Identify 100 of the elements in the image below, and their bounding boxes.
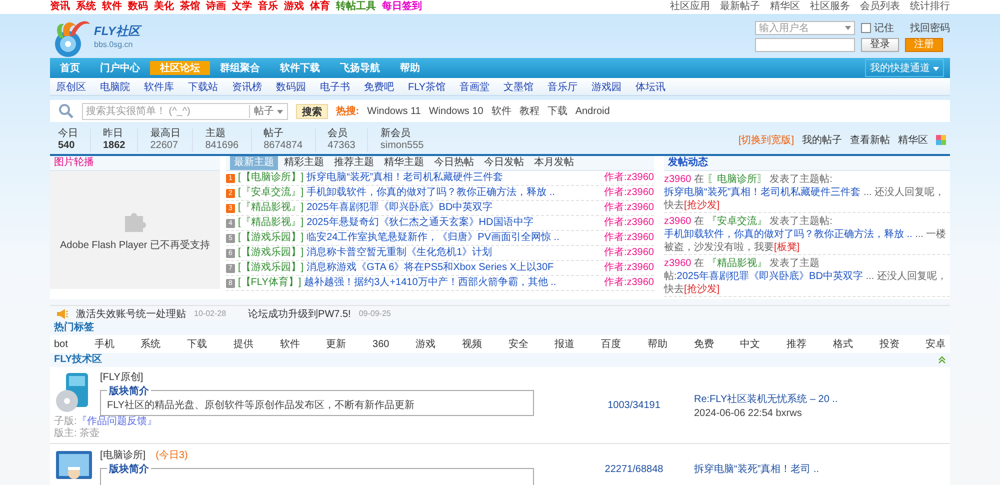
category-link[interactable]: 数码: [128, 0, 148, 14]
tag-link[interactable]: 报道: [554, 337, 575, 351]
forum-link[interactable]: 『精品影视』: [706, 258, 767, 269]
category-link[interactable]: 游戏: [284, 0, 304, 14]
sub-nav-link[interactable]: 免费吧: [364, 80, 394, 94]
sub-nav-link[interactable]: 数码园: [276, 80, 306, 94]
topic-title-link[interactable]: 拆穿电脑“装死”真相！老司机私藏硬件三件套: [306, 171, 601, 185]
forum-link[interactable]: 我的帖子: [802, 133, 842, 147]
topic-author-link[interactable]: 作者:z3960: [604, 186, 654, 200]
topic-tab[interactable]: 精华主题: [380, 156, 428, 170]
sub-nav-link[interactable]: 体坛讯: [636, 80, 666, 94]
color-grid-icon[interactable]: [936, 135, 946, 145]
tag-link[interactable]: 百度: [601, 337, 622, 351]
top-link[interactable]: 最新帖子: [720, 0, 760, 14]
forgot-password-link[interactable]: 找回密码: [910, 20, 950, 34]
tag-link[interactable]: 更新: [326, 337, 346, 351]
sub-nav-link[interactable]: 软件库: [144, 80, 174, 94]
category-link[interactable]: 每日签到: [382, 0, 422, 14]
tag-link[interactable]: 360: [372, 338, 390, 350]
topic-author-link[interactable]: 作者:z3960: [604, 261, 654, 275]
subforum-link[interactable]: 『作品问题反馈』: [76, 416, 157, 428]
topic-forum-link[interactable]: [【游戏乐园】]: [238, 246, 304, 260]
tag-link[interactable]: 中文: [740, 337, 760, 351]
topic-title-link[interactable]: 手机卸载软件，你真的做对了吗？教你正确方法，释放 ..: [306, 186, 601, 200]
topic-author-link[interactable]: 作者:z3960: [604, 216, 654, 230]
top-link[interactable]: 精华区: [770, 0, 800, 14]
topic-title-link[interactable]: 2025年喜剧犯罪《即兴卧底》BD中英双字: [306, 201, 601, 215]
topic-title-link[interactable]: 消息称游戏《GTA 6》将在PS5和Xbox Series X上以30F: [306, 261, 601, 275]
topic-link[interactable]: 2025年喜剧犯罪《即兴卧底》BD中英双字: [676, 271, 863, 282]
topic-forum-link[interactable]: [【电脑诊所】]: [238, 171, 304, 185]
category-link[interactable]: 音乐: [258, 0, 278, 14]
sub-nav-link[interactable]: 原创区: [56, 80, 86, 94]
sub-nav-link[interactable]: 文墨馆: [504, 80, 534, 94]
tag-link[interactable]: 系统: [140, 337, 161, 351]
tag-link[interactable]: bot: [54, 338, 68, 350]
topic-forum-link[interactable]: [『精品影视』]: [238, 216, 304, 230]
topic-title-link[interactable]: 消息称卡普空暂无重制《生化危机1》计划: [306, 246, 601, 260]
topic-forum-link[interactable]: [【游戏乐园】]: [238, 231, 304, 245]
category-link[interactable]: 软件: [102, 0, 122, 14]
topic-author-link[interactable]: 作者:z3960: [604, 246, 654, 260]
tag-link[interactable]: 软件: [280, 337, 300, 351]
category-link[interactable]: 文学: [232, 0, 252, 14]
topic-tab[interactable]: 推荐主题: [330, 156, 378, 170]
sub-nav-link[interactable]: 资讯榜: [232, 80, 262, 94]
notice-link[interactable]: 论坛成功升级到PW7.5!: [248, 306, 351, 320]
search-button[interactable]: 搜索: [296, 104, 328, 118]
sub-nav-link[interactable]: 电脑院: [100, 80, 130, 94]
forum-name-link[interactable]: [电脑诊所]: [100, 448, 146, 462]
topic-author-link[interactable]: 作者:z3960: [604, 171, 654, 185]
forum-link[interactable]: 精华区: [898, 133, 928, 147]
topic-tab[interactable]: 今日热帖: [430, 156, 478, 170]
topic-author-link[interactable]: 作者:z3960: [604, 231, 654, 245]
tag-link[interactable]: 格式: [832, 337, 853, 351]
topic-forum-link[interactable]: [『精品影视』]: [238, 201, 304, 215]
sub-nav-link[interactable]: FLY茶馆: [408, 80, 446, 94]
user-link[interactable]: z3960: [664, 174, 692, 185]
tag-link[interactable]: 投资: [879, 337, 900, 351]
sub-nav-link[interactable]: 电子书: [320, 80, 350, 94]
topic-tab[interactable]: 精彩主题: [280, 156, 328, 170]
forum-name-link[interactable]: [FLY原创]: [100, 370, 144, 384]
category-link[interactable]: 茶馆: [180, 0, 200, 14]
forum-link[interactable]: 『安卓交流』: [706, 216, 767, 227]
tag-link[interactable]: 安卓: [926, 337, 946, 351]
tag-link[interactable]: 游戏: [416, 337, 436, 351]
category-link[interactable]: 体育: [310, 0, 330, 14]
user-link[interactable]: z3960: [664, 258, 692, 269]
remember-checkbox[interactable]: [861, 22, 871, 32]
sub-nav-link[interactable]: 游戏园: [592, 80, 622, 94]
tag-link[interactable]: 下载: [187, 337, 208, 351]
top-link[interactable]: 会员列表: [860, 0, 900, 14]
topic-forum-link[interactable]: [【游戏乐园】]: [238, 261, 304, 275]
topic-tab[interactable]: 本月发帖: [530, 156, 578, 170]
tag-link[interactable]: 视频: [462, 337, 482, 351]
tag-link[interactable]: 免费: [694, 337, 714, 351]
hot-search-link[interactable]: Windows 10: [428, 106, 484, 116]
topic-link[interactable]: 手机卸载软件，你真的做对了吗？教你正确方法，释放 ..: [664, 229, 912, 240]
reply-link[interactable]: [抢沙发]: [684, 200, 720, 211]
tag-link[interactable]: 手机: [94, 337, 114, 351]
password-field[interactable]: [755, 38, 855, 52]
category-link[interactable]: 诗画: [206, 0, 226, 14]
topic-link[interactable]: 拆穿电脑“装死”真相！老司机私藏硬件三件套: [664, 187, 861, 198]
reply-link[interactable]: [抢沙发]: [684, 284, 720, 295]
top-link[interactable]: 社区应用: [670, 0, 710, 14]
last-post-link[interactable]: Re:FLY社区装机无忧系统 – 20 ..: [694, 392, 946, 406]
category-link[interactable]: 系统: [76, 0, 96, 14]
forum-link[interactable]: 查看新帖: [850, 133, 890, 147]
sub-nav-link[interactable]: 音画堂: [460, 80, 490, 94]
topic-tab[interactable]: 今日发帖: [480, 156, 528, 170]
topic-author-link[interactable]: 作者:z3960: [604, 201, 654, 215]
last-post-link[interactable]: 拆穿电脑“装死”真相！老司 ..: [694, 462, 946, 476]
hot-search-link[interactable]: 软件: [491, 104, 512, 118]
category-link[interactable]: 转帖工具: [336, 0, 376, 14]
search-field[interactable]: 搜索其实很简单！ (^_^) 帖子: [82, 102, 288, 120]
tag-link[interactable]: 推荐: [786, 337, 807, 351]
topic-forum-link[interactable]: [【FLY体育】]: [238, 276, 302, 290]
category-link[interactable]: 美化: [154, 0, 174, 14]
topic-title-link[interactable]: 越补越强！据约3人+1410万中产！西部火箭争霸，其他 ..: [304, 276, 601, 290]
login-button[interactable]: 登录: [861, 38, 899, 52]
search-scope-dropdown[interactable]: 帖子: [249, 104, 287, 118]
topic-title-link[interactable]: 2025年悬疑奇幻《狄仁杰之通天玄案》HD国语中字: [306, 216, 601, 230]
